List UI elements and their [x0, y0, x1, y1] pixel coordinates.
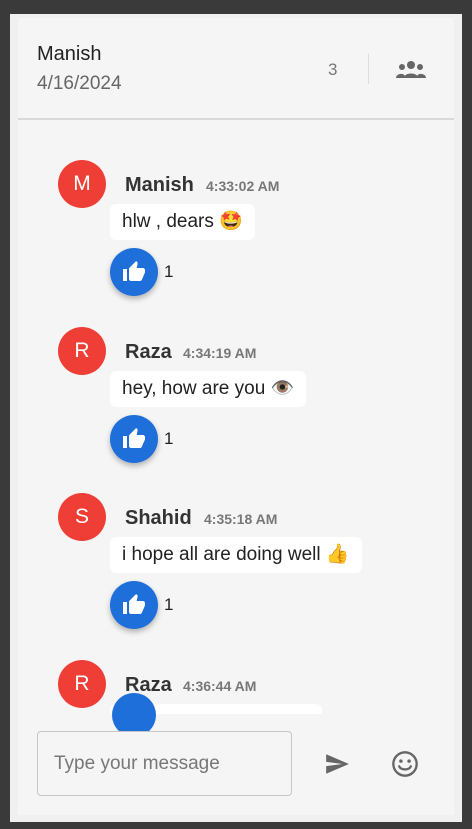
message-list[interactable]: M Manish 4:33:02 AM hlw , dears 🤩 1 R Ra…	[18, 120, 454, 714]
chat-window: Manish 4/16/2024 3 M Manish 4:33:02 AM h…	[10, 14, 462, 822]
message-bubble: hlw , dears 🤩	[110, 204, 255, 240]
message-bubble: i hope all are doing well 👍	[110, 537, 362, 573]
emoji-icon[interactable]	[391, 750, 419, 778]
header-divider	[368, 54, 369, 84]
avatar: R	[58, 660, 106, 708]
sender-name: Shahid	[125, 507, 192, 529]
message-item: S Shahid 4:35:18 AM i hope all are doing…	[18, 453, 454, 629]
thumbs-up-icon	[123, 428, 145, 448]
message-time: 4:36:44 AM	[183, 678, 257, 694]
message-composer	[18, 693, 454, 815]
message-time: 4:34:19 AM	[183, 345, 257, 361]
thumbs-up-icon	[123, 594, 145, 614]
message-bubble: hey, how are you 👁️	[110, 371, 307, 407]
chat-name: Manish	[37, 43, 102, 65]
thumbs-up-icon	[123, 261, 145, 281]
like-count: 1	[164, 429, 174, 448]
send-icon[interactable]	[322, 751, 352, 777]
message-time: 4:35:18 AM	[204, 511, 278, 527]
group-icon[interactable]	[396, 60, 426, 80]
avatar: M	[58, 160, 106, 208]
chat-date: 4/16/2024	[37, 73, 122, 94]
message-item: R Raza 4:36:44 AM	[18, 620, 454, 714]
sender-name: Raza	[125, 341, 172, 363]
sender-name: Manish	[125, 174, 194, 196]
avatar: R	[58, 327, 106, 375]
like-count: 1	[164, 595, 174, 614]
chat-container: Manish 4/16/2024 3 M Manish 4:33:02 AM h…	[18, 18, 454, 815]
avatar: S	[58, 493, 106, 541]
message-item: M Manish 4:33:02 AM hlw , dears 🤩 1	[18, 120, 454, 296]
message-input[interactable]	[37, 731, 292, 796]
message-item: R Raza 4:34:19 AM hey, how are you 👁️ 1	[18, 287, 454, 463]
chat-header: Manish 4/16/2024 3	[18, 18, 454, 120]
member-count: 3	[328, 60, 338, 79]
message-time: 4:33:02 AM	[206, 178, 280, 194]
like-count: 1	[164, 262, 174, 281]
